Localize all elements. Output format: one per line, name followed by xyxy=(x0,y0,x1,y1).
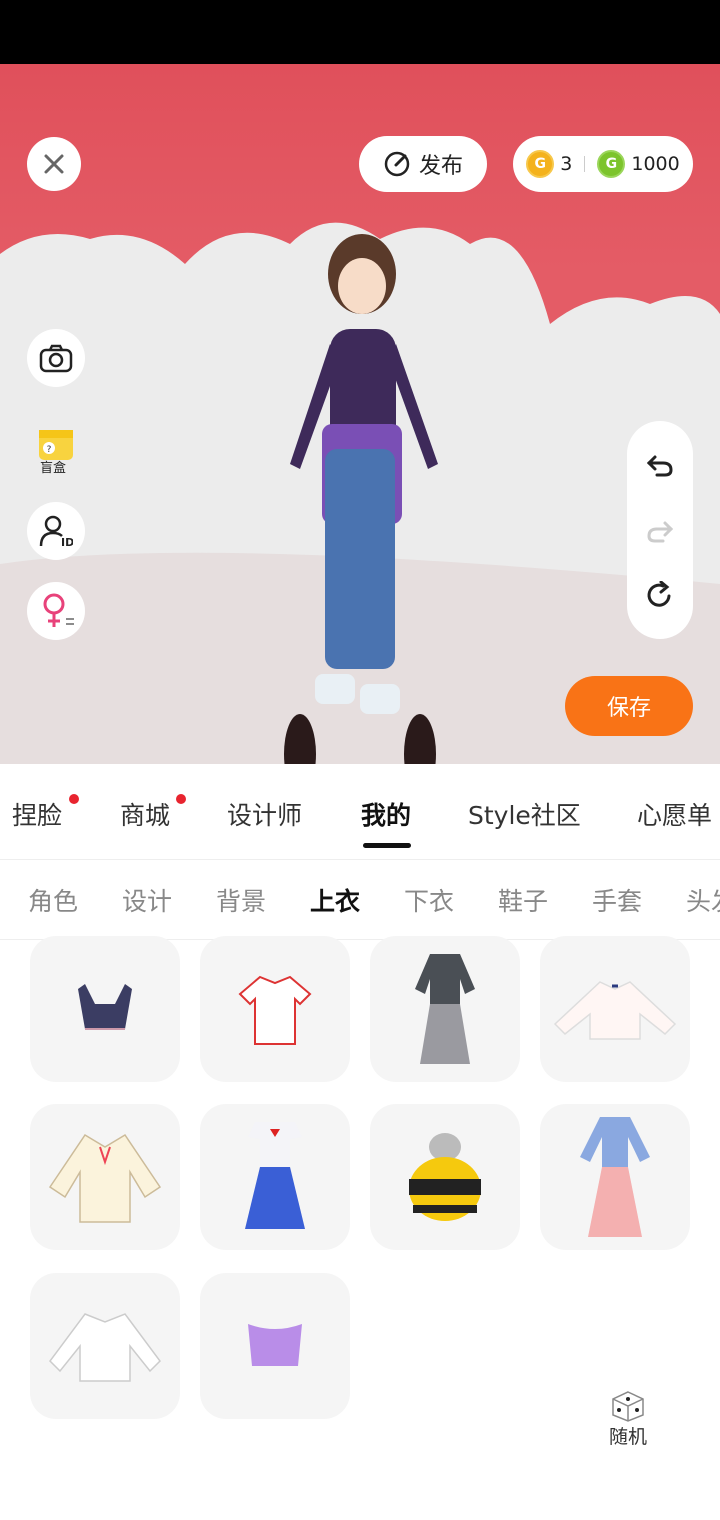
camera-icon xyxy=(39,344,73,373)
close-button[interactable] xyxy=(27,137,81,191)
redo-icon[interactable] xyxy=(645,515,675,545)
bee-costume-image xyxy=(409,1133,481,1221)
history-panel xyxy=(627,421,693,639)
clothing-item-blue-sailor-dress[interactable] xyxy=(200,1104,350,1250)
reset-icon[interactable] xyxy=(645,581,675,611)
undo-icon[interactable] xyxy=(645,449,675,479)
tab-mine[interactable]: 我的 xyxy=(361,796,411,832)
publish-label: 发布 xyxy=(418,154,463,179)
currency-divider xyxy=(584,156,586,172)
active-tab-underline xyxy=(363,843,411,848)
tab-wishlist[interactable]: 心愿单 xyxy=(637,796,712,832)
cream-cardigan-image xyxy=(48,1133,162,1223)
close-icon xyxy=(44,154,64,174)
subtab-background[interactable]: 背景 xyxy=(216,882,266,918)
clothing-item-cream-cardigan[interactable] xyxy=(30,1104,180,1250)
clothing-item-white-shirt[interactable] xyxy=(30,1273,180,1419)
tab-designer[interactable]: 设计师 xyxy=(227,796,302,832)
tab-shop[interactable]: 商城 xyxy=(120,796,170,832)
blindbox-label: 盲盒 xyxy=(40,461,67,476)
publish-icon xyxy=(384,151,410,177)
status-bar xyxy=(0,0,720,64)
currency-display[interactable]: G 3 G 1000 xyxy=(513,136,693,192)
white-blouse-image xyxy=(553,981,677,1040)
camera-button[interactable] xyxy=(27,329,85,387)
subtab-gloves[interactable]: 手套 xyxy=(592,882,642,918)
tab-face[interactable]: 捏脸 xyxy=(12,796,62,832)
subtab-hair[interactable]: 头发 xyxy=(686,882,720,918)
tab-shop-notification-dot xyxy=(176,794,186,804)
random-label: 随机 xyxy=(608,1426,647,1448)
avatar-character[interactable] xyxy=(270,234,460,734)
female-switch-icon xyxy=(43,593,74,627)
avatar-id-button[interactable]: ID xyxy=(27,502,85,560)
purple-crop-top-image xyxy=(248,1324,302,1366)
hanfu-dress-image xyxy=(580,1117,650,1237)
green-count: 1000 xyxy=(631,153,680,175)
dice-icon xyxy=(612,1391,644,1422)
clothing-item-white-blouse[interactable] xyxy=(540,936,690,1082)
subtab-tops[interactable]: 上衣 xyxy=(310,882,360,918)
publish-button[interactable]: 发布 xyxy=(359,136,487,192)
tab-style-community[interactable]: Style社区 xyxy=(468,796,581,832)
subtab-character[interactable]: 角色 xyxy=(28,882,78,918)
clothing-item-hanfu-dress[interactable] xyxy=(540,1104,690,1250)
svg-text:?: ? xyxy=(47,445,52,455)
green-coin-icon: G xyxy=(597,150,626,178)
school-uniform-image xyxy=(415,954,475,1064)
gender-switch-button[interactable] xyxy=(27,582,85,640)
gold-count: 3 xyxy=(560,153,573,175)
sports-bra-image xyxy=(78,984,132,1030)
clothing-item-bee-costume[interactable] xyxy=(370,1104,520,1250)
subtab-bottoms[interactable]: 下衣 xyxy=(404,882,454,918)
clothing-item-purple-crop-top[interactable] xyxy=(200,1273,350,1419)
category-tabs: 角色 设计 背景 上衣 下衣 鞋子 手套 头发 xyxy=(0,860,720,940)
avatar-scene[interactable]: 发布 G 3 G 1000 ? 盲盒 ID 保存 xyxy=(0,64,720,764)
clothing-item-white-tshirt[interactable] xyxy=(200,936,350,1082)
blue-sailor-dress-image xyxy=(245,1122,305,1229)
clothing-item-school-uniform[interactable] xyxy=(370,936,520,1082)
subtab-shoes[interactable]: 鞋子 xyxy=(498,882,548,918)
tab-face-notification-dot xyxy=(69,794,79,804)
user-id-icon: ID xyxy=(39,515,73,548)
white-tshirt-image xyxy=(238,975,312,1045)
subtab-design[interactable]: 设计 xyxy=(122,882,172,918)
random-button[interactable]: 随机 xyxy=(596,1390,660,1462)
clothing-item-sports-bra[interactable] xyxy=(30,936,180,1082)
svg-text:ID: ID xyxy=(61,536,73,548)
main-tabs: 捏脸 商城 设计师 我的 Style社区 心愿单 xyxy=(0,764,720,860)
white-shirt-image xyxy=(49,1313,161,1382)
gold-coin-icon: G xyxy=(526,150,555,178)
save-button[interactable]: 保存 xyxy=(565,676,693,736)
